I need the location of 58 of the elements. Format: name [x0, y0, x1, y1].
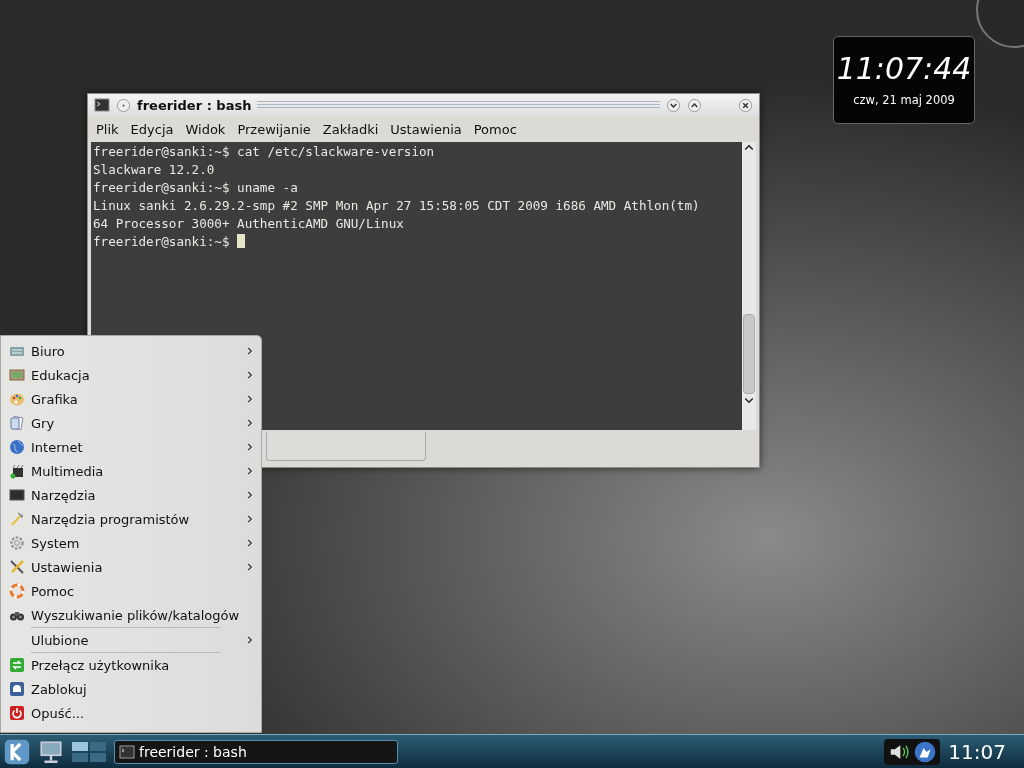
maximize-button[interactable]	[687, 97, 702, 113]
power-icon	[9, 705, 25, 721]
menu-item[interactable]: Zakładki	[316, 118, 385, 140]
menu-item[interactable]: Ustawienia	[384, 118, 468, 140]
desktop-pager[interactable]	[72, 741, 106, 762]
menu-item[interactable]: Gry	[1, 411, 261, 435]
lifebuoy-icon	[9, 583, 25, 599]
menu-item[interactable]: Edycja	[124, 118, 180, 140]
clock-time: 11:07:44	[836, 53, 972, 85]
tools-icon	[9, 559, 25, 575]
taskbar-clock: 11:07	[948, 739, 1007, 764]
terminal-line: freerider@sanki:~$	[93, 234, 231, 249]
terminal-line: 64 Processor 3000+ AuthenticAMD GNU/Linux	[93, 216, 404, 231]
globe-icon	[9, 439, 25, 455]
minimize-button[interactable]	[666, 97, 681, 113]
menu-item[interactable]: Przewijanie	[231, 118, 317, 140]
menu-item[interactable]: System	[1, 531, 261, 555]
palette-icon	[9, 391, 25, 407]
terminal-line: Slackware 12.2.0	[93, 162, 215, 177]
lock-icon	[9, 681, 25, 697]
menu-item[interactable]: Pomoc	[1, 579, 261, 603]
cards-icon	[9, 415, 25, 431]
menu-item[interactable]: Edukacja	[1, 363, 261, 387]
menu-item[interactable]: Widok	[179, 118, 232, 140]
terminal-line: freerider@sanki:~$ cat /etc/slackware-version	[93, 144, 435, 159]
menu-item[interactable]: Wyszukiwanie plików/katalogów	[1, 603, 261, 627]
chalkboard-icon	[9, 367, 25, 383]
window-title: freerider : bash	[137, 97, 252, 113]
clapperboard-icon	[9, 463, 25, 479]
menu-item[interactable]: Zablokuj	[1, 677, 261, 701]
menu-item[interactable]: Ustawienia	[1, 555, 261, 579]
scrollbar[interactable]	[742, 142, 756, 430]
clock-date: czw, 21 maj 2009	[853, 93, 955, 107]
scrollbar-handle[interactable]	[743, 314, 755, 394]
gear-icon	[9, 535, 25, 551]
terminal-icon	[119, 743, 135, 760]
terminal-line: freerider@sanki:~$ uname -a	[93, 180, 298, 195]
terminal-line: Linux sanki 2.6.29.2-smp #2 SMP Mon Apr 27 15:58:05 CDT 2009 i686 AMD Athlon(tm)	[93, 198, 700, 213]
terminal-icon	[94, 97, 110, 113]
hammer-icon	[9, 511, 25, 527]
kde-menu-button[interactable]	[4, 738, 30, 765]
terminal-icon	[9, 487, 25, 503]
menu-item[interactable]: Plik	[90, 118, 125, 140]
computer-icon[interactable]	[38, 738, 64, 765]
menu-item[interactable]: Multimedia	[1, 459, 261, 483]
menu-item[interactable]: Grafika	[1, 387, 261, 411]
menu-item[interactable]: Pomoc	[467, 118, 523, 140]
switch-user-icon	[9, 657, 25, 673]
menu-item[interactable]: Narzędzia programistów	[1, 507, 261, 531]
close-button[interactable]	[738, 97, 753, 113]
menu-item[interactable]: Przełącz użytkownika	[1, 653, 261, 677]
menu-item[interactable]: Internet	[1, 435, 261, 459]
task-button[interactable]: freerider : bash	[114, 739, 398, 764]
menu-item[interactable]: Biuro	[1, 339, 261, 363]
menu-item[interactable]: Ulubione	[1, 628, 261, 652]
menu-item[interactable]: Narzędzia	[1, 483, 261, 507]
menu-item[interactable]: Opuść...	[1, 701, 261, 725]
text-cursor	[237, 234, 246, 248]
